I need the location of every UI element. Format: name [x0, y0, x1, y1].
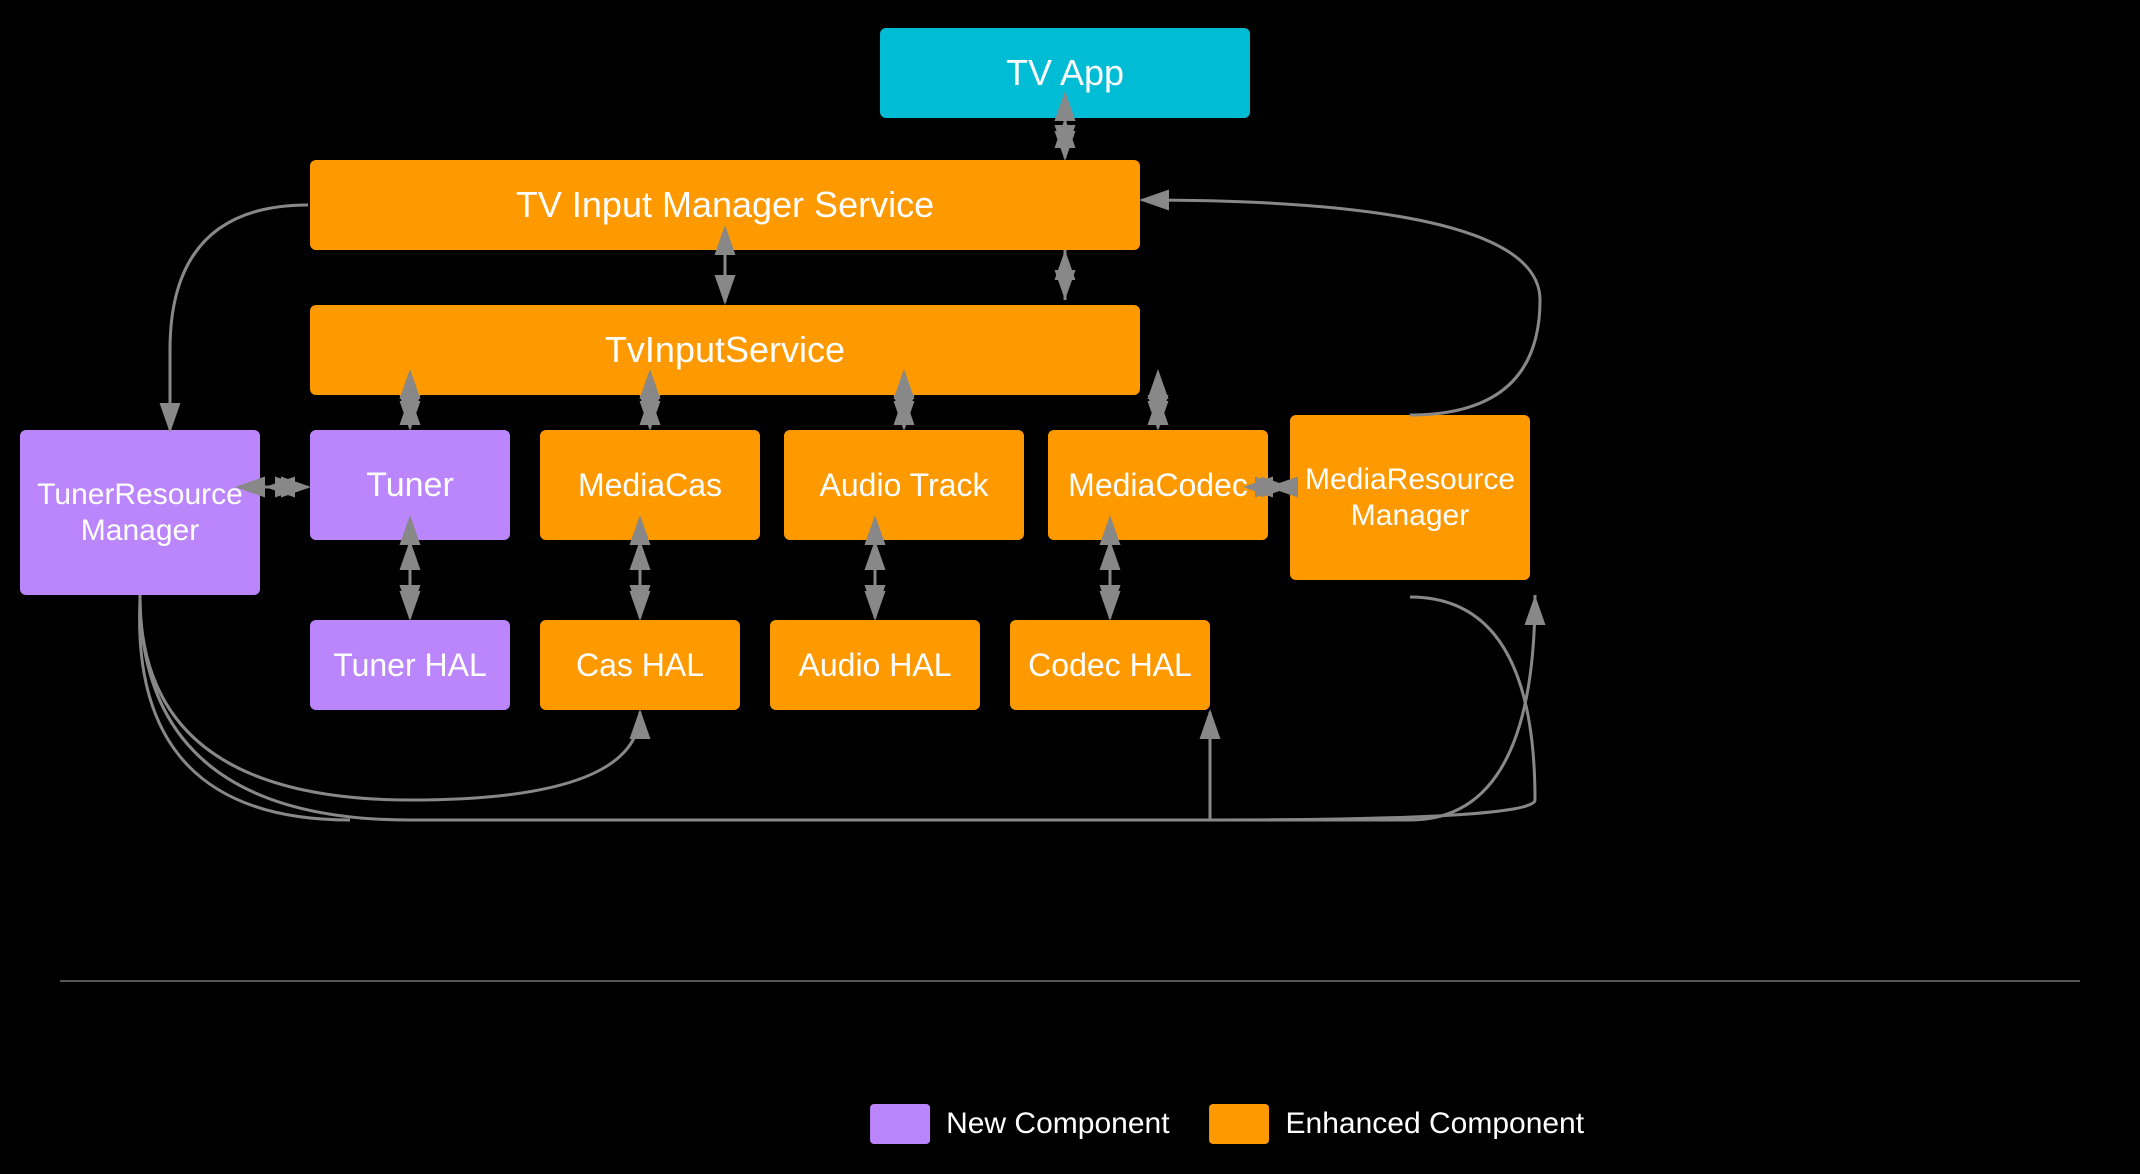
tuner-box: Tuner [310, 430, 510, 540]
legend-enhanced-component: Enhanced Component [1210, 1104, 1585, 1144]
audio-track-box: Audio Track [784, 430, 1024, 540]
media-resource-manager-box: MediaResource Manager [1290, 415, 1530, 580]
legend-new-component: New Component [870, 1104, 1169, 1144]
media-codec-box: MediaCodec [1048, 430, 1268, 540]
tv-input-service-box: TvInputService [310, 305, 1140, 395]
codec-hal-box: Codec HAL [1010, 620, 1210, 710]
diagram-container: TV App TV Input Manager Service TvInputS… [0, 0, 2140, 1174]
legend-divider [60, 980, 2080, 982]
enhanced-component-legend-box [1210, 1104, 1270, 1144]
tv-input-manager-box: TV Input Manager Service [310, 160, 1140, 250]
media-cas-box: MediaCas [540, 430, 760, 540]
legend: New Component Enhanced Component [870, 1104, 1584, 1144]
audio-hal-box: Audio HAL [770, 620, 980, 710]
cas-hal-box: Cas HAL [540, 620, 740, 710]
tuner-resource-manager-box: TunerResource Manager [20, 430, 260, 595]
tuner-hal-box: Tuner HAL [310, 620, 510, 710]
tv-app-box: TV App [880, 28, 1250, 118]
enhanced-component-label: Enhanced Component [1286, 1107, 1585, 1141]
new-component-label: New Component [946, 1107, 1169, 1141]
new-component-legend-box [870, 1104, 930, 1144]
